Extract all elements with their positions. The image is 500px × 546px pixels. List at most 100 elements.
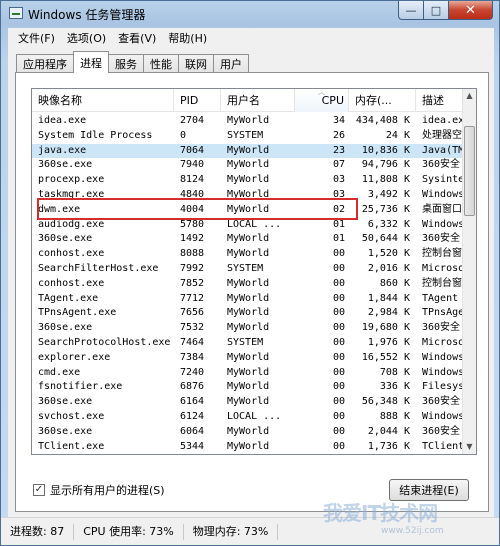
table-row[interactable]: svchost.exe 6124 LOCAL ... 00 888 K Windows [32,410,464,425]
cell-pid: 7712 [180,292,205,304]
scroll-up-icon[interactable]: ▲ [463,89,476,103]
table-row[interactable]: explorer.exe 7384 MyWorld 00 16,552 K Windows [32,351,464,366]
cell-cpu: 26 [332,129,345,141]
table-row[interactable]: taskmgr.exe 4840 MyWorld 03 3,492 K Windows [32,188,464,203]
cell-memory: 2,016 K [367,262,410,274]
table-row[interactable]: TAgent.exe 7712 MyWorld 00 1,844 K TAgent [32,292,464,307]
cell-pid: 6124 [180,410,205,422]
table-row[interactable]: 360se.exe 1492 MyWorld 01 50,644 K 360安全 [32,232,464,247]
cell-user: MyWorld [227,425,270,437]
tab-networking[interactable]: 联网 [178,54,214,73]
cell-image-name: explorer.exe [38,351,111,363]
table-row[interactable]: fsnotifier.exe 6876 MyWorld 00 336 K Filesys [32,380,464,395]
tab-processes[interactable]: 进程 [73,51,109,73]
cell-description: TPnsAge [422,307,464,319]
cell-user: MyWorld [227,322,270,334]
processes-panel: 映像名称 PID 用户名 ︿ CPU 内存(... 描述 idea.exe 270… [15,72,489,512]
menu-help[interactable]: 帮助(H) [162,30,213,46]
column-header-image-name[interactable]: 映像名称 [32,89,174,112]
cell-user: MyWorld [227,188,270,200]
table-row[interactable]: SearchProtocolHost.exe 7464 SYSTEM 00 1,976 … [32,336,464,351]
cell-memory: 50,644 K [361,233,410,245]
cell-user: MyWorld [227,159,270,171]
show-all-users-label: 显示所有用户的进程(S) [50,484,165,497]
close-button[interactable]: ✕ [449,1,493,20]
show-all-users-option[interactable]: ✓ 显示所有用户的进程(S) [33,482,165,498]
cell-memory: 1,844 K [367,292,410,304]
column-header-user[interactable]: 用户名 [221,89,295,112]
title-bar[interactable]: Windows 任务管理器 — □ ✕ [1,1,499,27]
cell-memory: 336 K [379,381,410,393]
tab-applications[interactable]: 应用程序 [16,54,74,73]
cell-cpu: 00 [332,396,345,408]
tab-services[interactable]: 服务 [108,54,144,73]
table-row[interactable]: 360se.exe 7532 MyWorld 00 19,680 K 360安全 [32,321,464,336]
cell-cpu: 00 [332,277,345,289]
cell-pid: 8088 [180,248,205,260]
menu-options[interactable]: 选项(O) [61,30,112,46]
cell-user: SYSTEM [227,336,264,348]
table-row[interactable]: System Idle Process 0 SYSTEM 26 24 K 处理器空 [32,129,464,144]
cell-user: MyWorld [227,277,270,289]
cell-memory: 56,348 K [361,396,410,408]
show-all-users-checkbox[interactable]: ✓ [33,484,45,496]
menu-view[interactable]: 查看(V) [112,30,162,46]
cell-memory: 6,332 K [367,218,410,230]
table-row[interactable]: idea.exe 2704 MyWorld 34 434,408 K idea.exe [32,114,464,129]
cell-description: Filesys [422,381,464,393]
scrollbar-thumb[interactable] [464,126,475,216]
process-list[interactable]: 映像名称 PID 用户名 ︿ CPU 内存(... 描述 idea.exe 270… [31,88,477,455]
cell-pid: 6064 [180,425,205,437]
table-row[interactable]: audiodg.exe 5780 LOCAL ... 01 6,332 K Windows [32,218,464,233]
cell-description: TClient [422,440,464,452]
status-cpu-usage: CPU 使用率: 73% [74,523,184,540]
table-row[interactable]: dwm.exe 4004 MyWorld 02 25,736 K 桌面窗口 [32,203,464,218]
cell-memory: 3,492 K [367,188,410,200]
cell-description: 控制台窗 [422,277,462,289]
cell-pid: 7064 [180,144,205,156]
table-row[interactable]: java.exe 7064 MyWorld 23 10,836 K Java(TM [32,143,464,159]
table-row[interactable]: SearchFilterHost.exe 7992 SYSTEM 00 2,016 K M… [32,262,464,277]
table-row[interactable]: conhost.exe 8088 MyWorld 00 1,520 K 控制台窗 [32,247,464,262]
table-row[interactable]: 360se.exe 7940 MyWorld 07 94,796 K 360安全 [32,158,464,173]
cell-memory: 708 K [379,366,410,378]
menu-file[interactable]: 文件(F) [12,30,61,46]
cell-pid: 7384 [180,351,205,363]
cell-cpu: 00 [332,425,345,437]
tab-users[interactable]: 用户 [213,54,249,73]
cell-image-name: procexp.exe [38,174,105,186]
scroll-down-icon[interactable]: ▼ [463,440,476,454]
cell-description: 360安全 [422,396,461,408]
table-row[interactable]: 360se.exe 6164 MyWorld 00 56,348 K 360安全 [32,395,464,410]
column-header-memory[interactable]: 内存(... [349,89,416,112]
tab-performance[interactable]: 性能 [143,54,179,73]
cell-user: MyWorld [227,115,270,126]
cell-image-name: dwm.exe [38,203,81,215]
column-header-cpu[interactable]: ︿ CPU [295,89,349,112]
cell-user: MyWorld [227,440,270,452]
column-header-pid[interactable]: PID [174,89,221,112]
cell-pid: 6876 [180,381,205,393]
table-row[interactable]: conhost.exe 7852 MyWorld 00 860 K 控制台窗 [32,277,464,292]
table-row[interactable]: procexp.exe 8124 MyWorld 03 11,808 K Sysinte [32,173,464,188]
watermark-url: www.52ij.com [381,526,444,536]
cell-memory: 19,680 K [361,322,410,334]
cell-image-name: conhost.exe [38,248,105,260]
cell-user: MyWorld [227,203,270,215]
maximize-button[interactable]: □ [424,1,449,20]
cell-memory: 2,044 K [367,425,410,437]
caption-buttons: — □ ✕ [398,1,493,21]
table-row[interactable]: TPnsAgent.exe 7656 MyWorld 00 2,984 K TPnsAge [32,306,464,321]
cell-user: SYSTEM [227,262,264,274]
vertical-scrollbar[interactable]: ▲ ▼ [462,89,476,454]
table-row[interactable]: cmd.exe 7240 MyWorld 00 708 K Windows [32,366,464,381]
column-header-description[interactable]: 描述 [416,89,464,112]
cell-cpu: 00 [332,322,345,334]
table-row[interactable]: TClient.exe 5344 MyWorld 00 1,736 K TClient [32,440,464,454]
minimize-button[interactable]: — [398,1,424,20]
cell-pid: 7852 [180,277,205,289]
cell-image-name: svchost.exe [38,410,105,422]
table-row[interactable]: 360se.exe 6064 MyWorld 00 2,044 K 360安全 [32,425,464,440]
cell-user: LOCAL ... [227,218,282,230]
cell-image-name: TClient.exe [38,440,105,452]
